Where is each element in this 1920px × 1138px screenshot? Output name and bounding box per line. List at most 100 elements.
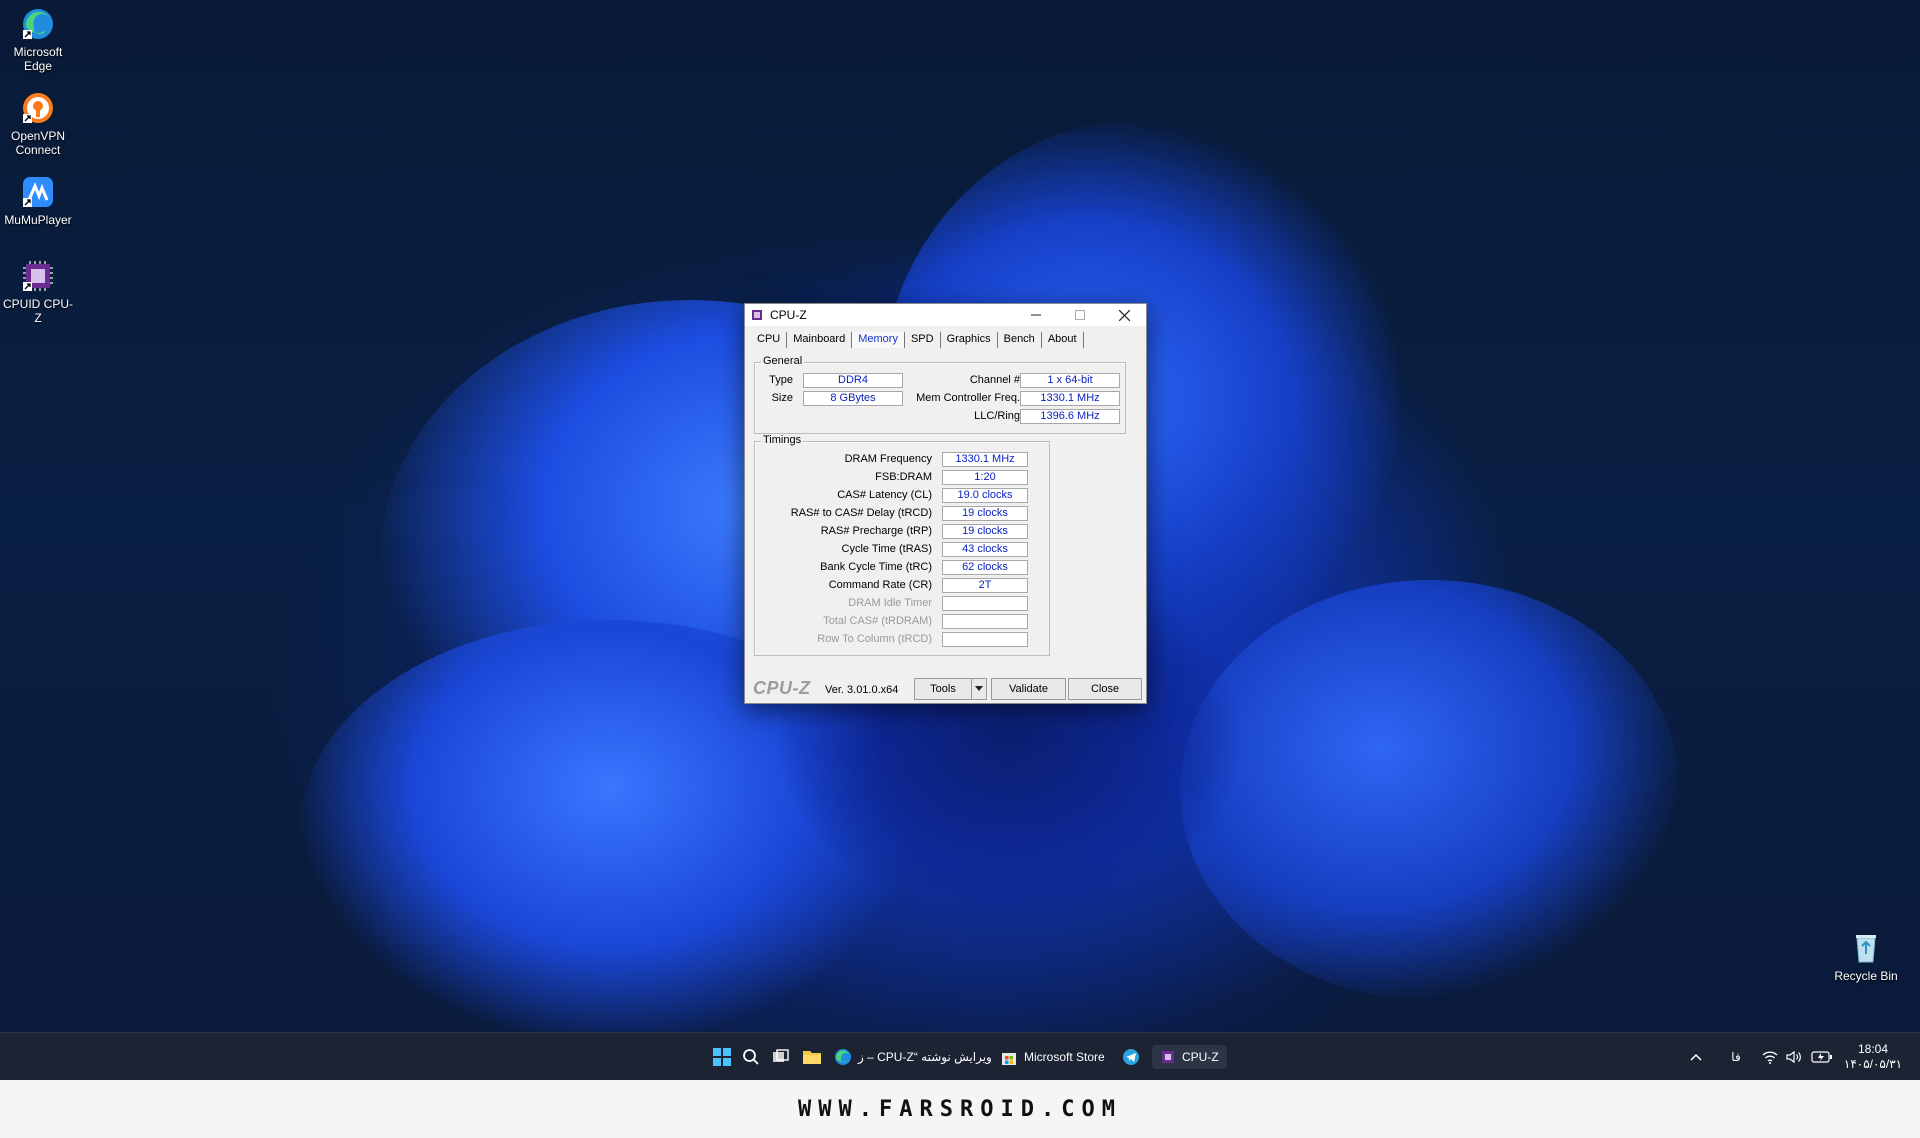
edge-icon	[20, 6, 56, 42]
mem-controller-freq-label: Mem Controller Freq.	[916, 392, 1020, 404]
desktop-icon-mumuplayer[interactable]: MuMuPlayer	[0, 174, 76, 227]
network-button[interactable]	[1758, 1033, 1782, 1081]
timing-label: CAS# Latency (CL)	[837, 489, 932, 501]
maximize-button[interactable]	[1058, 304, 1102, 326]
minimize-button[interactable]	[1014, 304, 1058, 326]
battery-icon	[1811, 1051, 1832, 1063]
telegram-icon	[1123, 1049, 1139, 1065]
timings-group: Timings DRAM Frequency 1330.1 MHz FSB:DR…	[754, 434, 1050, 656]
taskbar-item-telegram[interactable]	[1122, 1045, 1140, 1069]
timing-value: 19.0 clocks	[942, 488, 1028, 503]
language-indicator[interactable]: فا	[1722, 1033, 1750, 1081]
openvpn-icon	[20, 90, 56, 126]
show-hidden-icons-button[interactable]	[1684, 1033, 1708, 1081]
taskbar-item-edge[interactable]: ویرایش نوشته “CPU-Z – ز	[834, 1045, 992, 1069]
clock[interactable]: 18:04 ۱۴۰۵/۰۵/۳۱	[1840, 1033, 1906, 1081]
file-explorer-button[interactable]	[802, 1045, 822, 1069]
task-view-icon	[773, 1049, 789, 1062]
start-button[interactable]	[712, 1045, 732, 1069]
tools-dropdown-button[interactable]	[971, 678, 987, 700]
desktop-icon-label: OpenVPN Connect	[10, 129, 66, 157]
task-view-button[interactable]	[772, 1045, 790, 1069]
type-label: Type	[769, 374, 793, 386]
timing-label: DRAM Frequency	[844, 453, 932, 465]
clock-time: 18:04	[1857, 1042, 1889, 1056]
folder-icon	[803, 1051, 821, 1064]
taskbar-item-label: Microsoft Store	[1024, 1050, 1105, 1064]
edge-icon	[835, 1049, 851, 1065]
tab-spd[interactable]: SPD	[905, 332, 941, 348]
cpuz-icon	[750, 308, 764, 322]
timing-label: Cycle Time (tRAS)	[841, 543, 932, 555]
timings-legend: Timings	[761, 434, 804, 446]
timing-value: 62 clocks	[942, 560, 1028, 575]
cpuz-icon	[1162, 1051, 1174, 1063]
window-title: CPU-Z	[770, 308, 807, 322]
minimize-icon	[1031, 314, 1041, 316]
store-icon	[1002, 1053, 1016, 1065]
llc-ring-value: 1396.6 MHz	[1020, 409, 1120, 424]
tab-cpu[interactable]: CPU	[751, 332, 788, 348]
timing-value	[942, 596, 1028, 611]
tab-about[interactable]: About	[1042, 332, 1084, 348]
timing-value	[942, 614, 1028, 629]
desktop-icon-label: CPUID CPU-Z	[2, 297, 73, 325]
taskbar-item-label: ویرایش نوشته “CPU-Z – ز	[858, 1050, 992, 1064]
general-legend: General	[761, 355, 805, 367]
maximize-icon	[1075, 310, 1085, 320]
tab-bench[interactable]: Bench	[998, 332, 1042, 348]
search-button[interactable]	[742, 1045, 760, 1069]
taskbar-item-label: CPU-Z	[1182, 1050, 1219, 1064]
timing-value: 1330.1 MHz	[942, 452, 1028, 467]
chevron-up-icon	[1690, 1053, 1702, 1061]
close-window-button[interactable]	[1102, 304, 1146, 326]
tab-strip: CPU Mainboard Memory SPD Graphics Bench …	[751, 332, 1084, 348]
taskbar: ویرایش نوشته “CPU-Z – ز Microsoft Store …	[0, 1032, 1920, 1081]
mem-controller-freq-value: 1330.1 MHz	[1020, 391, 1120, 406]
taskbar-item-microsoft-store[interactable]: Microsoft Store	[1000, 1045, 1105, 1069]
mumu-icon	[20, 174, 56, 210]
channel-value: 1 x 64-bit	[1020, 373, 1120, 388]
timing-label: RAS# Precharge (tRP)	[820, 525, 932, 537]
cpuz-window: CPU-Z CPU Mainboard Memory SPD Graphics …	[744, 303, 1147, 704]
search-icon	[743, 1049, 759, 1065]
channel-label: Channel #	[969, 374, 1020, 386]
footer-bar: CPU-Z Ver. 3.01.0.x64 Tools Validate Clo…	[745, 674, 1146, 702]
title-bar[interactable]: CPU-Z	[745, 304, 1146, 326]
desktop-icon-edge[interactable]: Microsoft Edge	[0, 6, 76, 73]
battery-button[interactable]	[1808, 1033, 1836, 1081]
timing-value: 2T	[942, 578, 1028, 593]
volume-button[interactable]	[1782, 1033, 1806, 1081]
timing-value: 1:20	[942, 470, 1028, 485]
timing-label: Row To Column (tRCD)	[817, 633, 932, 645]
tab-mainboard[interactable]: Mainboard	[787, 332, 853, 348]
windows-start-icon	[713, 1048, 731, 1066]
close-button[interactable]: Close	[1068, 678, 1142, 700]
desktop-icon-recycle-bin[interactable]: Recycle Bin	[1822, 930, 1910, 983]
desktop-icon-label: MuMuPlayer	[4, 213, 72, 227]
tab-memory[interactable]: Memory	[852, 332, 905, 348]
tools-button[interactable]: Tools	[914, 678, 972, 700]
timing-label: Total CAS# (tRDRAM)	[823, 615, 932, 627]
llc-ring-label: LLC/Ring	[974, 410, 1020, 422]
desktop-icon-openvpn[interactable]: OpenVPN Connect	[0, 90, 76, 157]
timing-value: 43 clocks	[942, 542, 1028, 557]
timing-label: Bank Cycle Time (tRC)	[820, 561, 932, 573]
desktop-icon-label: Microsoft Edge	[13, 45, 63, 73]
close-icon	[1118, 309, 1130, 321]
desktop: Microsoft Edge OpenVPN Connect MuMuPlaye…	[0, 0, 1920, 1032]
watermark-banner: WWW.FARSROID.COM	[0, 1080, 1920, 1138]
tools-button-label: Tools	[930, 683, 956, 695]
taskbar-item-cpuz[interactable]: CPU-Z	[1152, 1045, 1227, 1069]
desktop-icon-label: Recycle Bin	[1834, 969, 1898, 983]
timing-label: RAS# to CAS# Delay (tRCD)	[790, 507, 932, 519]
timing-value: 19 clocks	[942, 506, 1028, 521]
version-text: Ver. 3.01.0.x64	[825, 684, 899, 696]
wallpaper-petal	[1180, 580, 1680, 1000]
watermark-text: WWW.FARSROID.COM	[798, 1096, 1122, 1122]
general-group: General Type DDR4 Size 8 GBytes Channel …	[754, 355, 1126, 434]
timing-label: FSB:DRAM	[875, 471, 932, 483]
desktop-icon-cpuz[interactable]: CPUID CPU-Z	[0, 258, 76, 325]
tab-graphics[interactable]: Graphics	[941, 332, 998, 348]
validate-button[interactable]: Validate	[991, 678, 1066, 700]
